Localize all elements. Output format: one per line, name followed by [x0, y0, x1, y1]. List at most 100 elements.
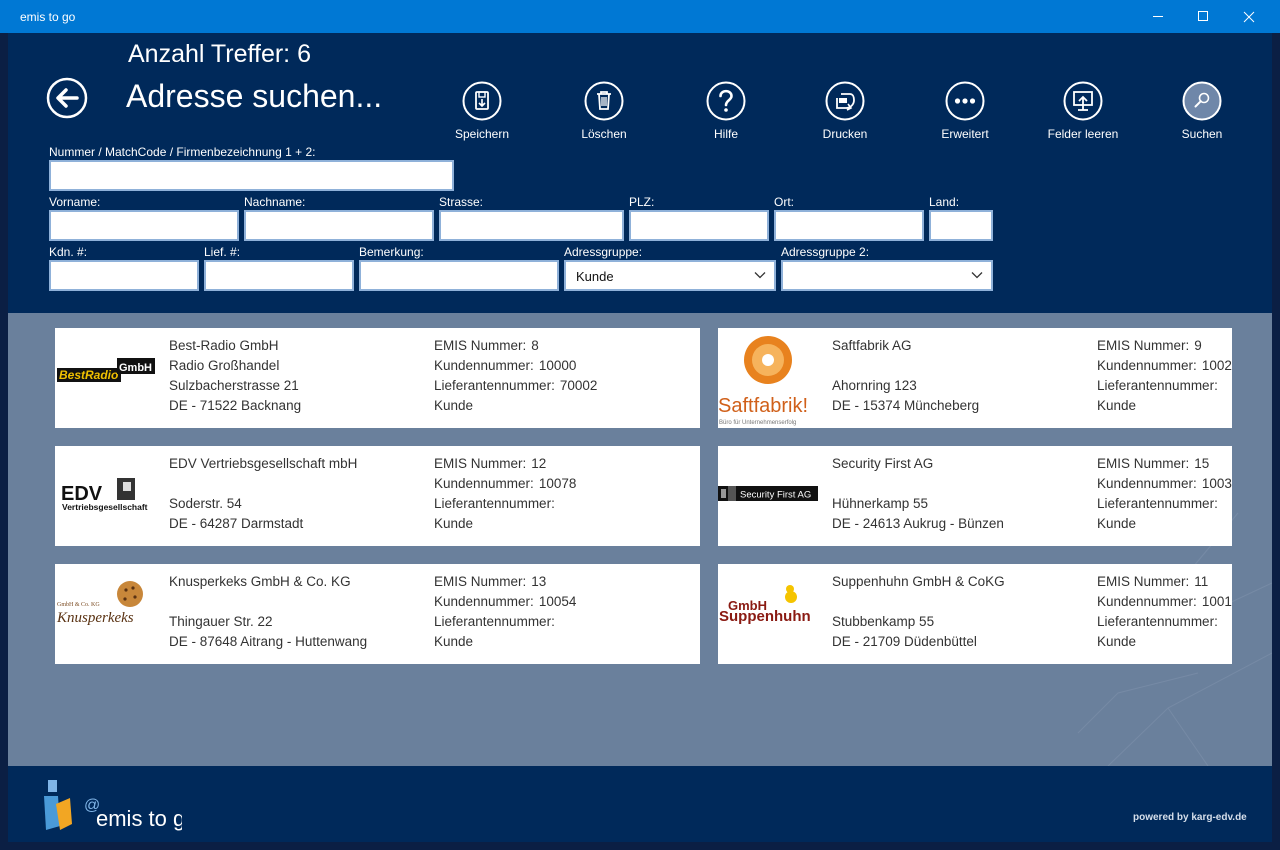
- company-street: Stubbenkamp 55: [832, 614, 935, 629]
- emis-label: EMIS Nummer:: [1097, 574, 1190, 589]
- svg-text:BestRadio: BestRadio: [59, 368, 118, 382]
- adressgruppe-select[interactable]: Kunde: [564, 260, 776, 291]
- kunde-number: 10078: [538, 476, 577, 491]
- address-group: Kunde: [1097, 634, 1137, 649]
- result-card[interactable]: EDV Vertriebsgesellschaft EDV Vertriebsg…: [55, 446, 700, 546]
- company-city: DE - 24613 Aukrug - Bünzen: [832, 516, 1004, 531]
- brand-name: emis to go: [96, 806, 182, 831]
- search-header: Anzahl Treffer: 6 Adresse suchen... Spei…: [8, 33, 1272, 313]
- strasse-input[interactable]: [439, 210, 624, 241]
- minimize-button[interactable]: [1136, 0, 1182, 33]
- adressgruppe2-select[interactable]: [781, 260, 993, 291]
- ort-label: Ort:: [774, 195, 794, 209]
- emis-number: 15: [1194, 456, 1210, 471]
- back-button[interactable]: [46, 77, 88, 119]
- company-street: Soderstr. 54: [169, 496, 242, 511]
- result-card[interactable]: GmbH & Co. KG Knusperkeks Knusperkeks Gm…: [55, 564, 700, 664]
- kunde-number: 1001: [1201, 594, 1232, 609]
- emis-label: EMIS Nummer:: [1097, 456, 1190, 471]
- land-input[interactable]: [929, 210, 993, 241]
- chevron-down-icon: [754, 272, 766, 279]
- kunde-label: Kundennummer:: [434, 594, 534, 609]
- bemerkung-input[interactable]: [359, 260, 559, 291]
- kunde-number: 1002: [1201, 358, 1232, 373]
- lief-label: Lieferantennummer:: [434, 496, 555, 511]
- company-logo: GmbH & Co. KG Knusperkeks: [55, 564, 155, 664]
- company-logo: BestRadio GmbH: [55, 328, 155, 428]
- kunde-label: Kundennummer:: [1097, 358, 1197, 373]
- company-name: Saftfabrik AG: [832, 338, 912, 353]
- help-icon: [706, 81, 746, 121]
- clear-fields-icon: [1063, 81, 1103, 121]
- nachname-input[interactable]: [244, 210, 434, 241]
- kunde-label: Kundennummer:: [434, 358, 534, 373]
- back-arrow-icon: [46, 77, 88, 119]
- kunde-number: 10054: [538, 594, 577, 609]
- page-title: Adresse suchen...: [126, 78, 383, 114]
- result-card[interactable]: Security First AG Security First AG Hühn…: [718, 446, 1232, 546]
- company-street: Ahornring 123: [832, 378, 917, 393]
- company-line2: [832, 592, 1005, 612]
- save-icon: [462, 81, 502, 121]
- emis-label: EMIS Nummer:: [1097, 338, 1190, 353]
- result-card[interactable]: Saftfabrik! Büro für Unternehmenserfolg …: [718, 328, 1232, 428]
- lief-number: 70002: [559, 378, 598, 393]
- kunde-number: 1003: [1201, 476, 1232, 491]
- numbers-block: EMIS Nummer: 12 Kundennummer: 10078 Liefer…: [434, 454, 576, 534]
- address-block: Suppenhuhn GmbH & CoKG Stubbenkamp 55 DE…: [832, 572, 1005, 652]
- powered-by: powered by karg-edv.de: [1133, 812, 1247, 823]
- company-street: Sulzbacherstrasse 21: [169, 378, 299, 393]
- delete-label: Löschen: [581, 127, 627, 141]
- emis-number: 13: [531, 574, 547, 589]
- address-block: Best-Radio GmbH Radio Großhandel Sulzbac…: [169, 336, 301, 416]
- vorname-input[interactable]: [49, 210, 239, 241]
- kunde-label: Kundennummer:: [1097, 476, 1197, 491]
- maximize-icon: [1198, 11, 1208, 21]
- logo-text: Saftfabrik!: [718, 395, 808, 417]
- maximize-button[interactable]: [1180, 0, 1226, 33]
- logo-text: Knusperkeks: [56, 610, 134, 626]
- kdn-label: Kdn. #:: [49, 245, 88, 259]
- lief-label: Lieferantennummer:: [434, 378, 555, 393]
- vorname-label: Vorname:: [49, 195, 101, 209]
- trash-icon: [584, 81, 624, 121]
- emis-label: EMIS Nummer:: [434, 338, 527, 353]
- company-name: Knusperkeks GmbH & Co. KG: [169, 574, 351, 589]
- company-line2: [832, 356, 979, 376]
- hit-count: Anzahl Treffer: 6: [128, 40, 311, 68]
- company-line2: [169, 474, 357, 494]
- ort-input[interactable]: [774, 210, 924, 241]
- adressgruppe-value: Kunde: [576, 269, 614, 284]
- emis-label: EMIS Nummer:: [434, 456, 527, 471]
- bemerkung-label: Bemerkung:: [359, 245, 424, 259]
- result-card[interactable]: BestRadio GmbH Best-Radio GmbH Radio Gro…: [55, 328, 700, 428]
- address-group: Kunde: [1097, 516, 1137, 531]
- svg-text:Suppenhuhn: Suppenhuhn: [719, 608, 811, 625]
- advanced-label: Erweitert: [941, 127, 989, 141]
- lief-label: Lieferantennummer:: [1097, 496, 1218, 511]
- emis-number: 11: [1194, 574, 1209, 589]
- company-logo: GmbH Suppenhuhn: [718, 564, 818, 664]
- svg-text:GmbH: GmbH: [119, 362, 152, 374]
- company-city: DE - 71522 Backnang: [169, 398, 302, 413]
- close-button[interactable]: [1226, 0, 1272, 33]
- brand-logo: @ emis to go: [44, 780, 182, 831]
- numbers-block: EMIS Nummer: 13 Kundennummer: 10054 Liefer…: [434, 572, 576, 652]
- close-icon: [1243, 11, 1255, 23]
- plz-input[interactable]: [629, 210, 769, 241]
- company-city: DE - 15374 Müncheberg: [832, 398, 980, 413]
- lief-input[interactable]: [204, 260, 354, 291]
- nachname-label: Nachname:: [244, 195, 306, 209]
- address-group: Kunde: [434, 634, 474, 649]
- matchcode-input[interactable]: [49, 160, 454, 191]
- company-name: Suppenhuhn GmbH & CoKG: [832, 574, 1005, 589]
- result-card[interactable]: GmbH Suppenhuhn Suppenhuhn GmbH & CoKG S…: [718, 564, 1232, 664]
- numbers-block: EMIS Nummer: 8 Kundennummer: 10000 Liefera…: [434, 336, 597, 416]
- address-block: Security First AG Hühnerkamp 55 DE - 246…: [832, 454, 1004, 534]
- address-block: EDV Vertriebsgesellschaft mbH Soderstr. …: [169, 454, 357, 534]
- minimize-icon: [1153, 16, 1163, 17]
- company-line2: Radio Großhandel: [169, 358, 280, 373]
- kunde-label: Kundennummer:: [1097, 594, 1197, 609]
- kdn-input[interactable]: [49, 260, 199, 291]
- title-bar: emis to go: [0, 0, 1280, 33]
